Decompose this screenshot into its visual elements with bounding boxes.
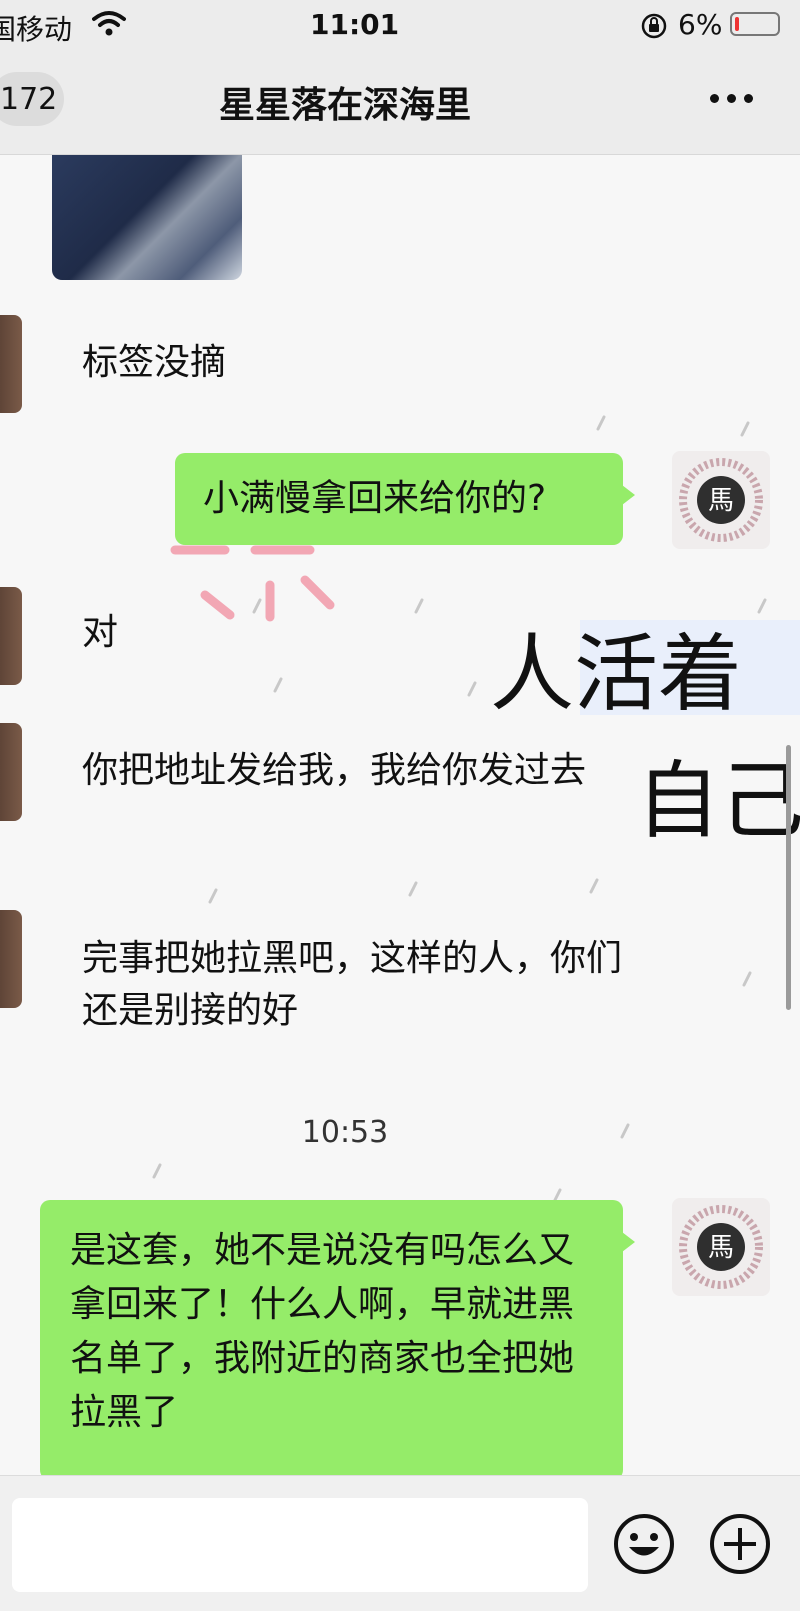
- battery-percent: 6%: [678, 8, 723, 41]
- wallpaper-text-line2: 自己: [636, 752, 800, 850]
- plus-icon[interactable]: [708, 1512, 772, 1576]
- avatar-seal-icon: 馬: [679, 458, 763, 542]
- avatar[interactable]: 馬: [672, 1198, 770, 1296]
- message-text: 小满慢拿回来给你的?: [203, 478, 547, 519]
- message-bubble-sent: 小满慢拿回来给你的?: [175, 453, 635, 545]
- avatar[interactable]: [0, 723, 22, 821]
- orientation-lock-icon: [641, 13, 667, 39]
- message-text: 标签没摘: [82, 342, 227, 383]
- status-bar: 国移动 11:01 6%: [0, 0, 800, 50]
- avatar[interactable]: 馬: [672, 451, 770, 549]
- message-bubble-sent: 是这套，她不是说没有吗怎么又拿回来了！什么人啊，早就进黑名单了，我附近的商家也全…: [40, 1200, 635, 1475]
- message-text: 完事把她拉黑吧，这样的人，你们还是别接的好: [82, 938, 623, 1031]
- input-bar: [0, 1475, 800, 1611]
- message-text: 对: [82, 612, 119, 653]
- avatar-char: 馬: [708, 1233, 734, 1263]
- battery-icon: [730, 12, 780, 36]
- avatar[interactable]: [0, 587, 22, 685]
- chat-header: 172 星星落在深海里: [0, 50, 800, 155]
- battery-level: [735, 17, 739, 31]
- image-message[interactable]: [52, 155, 242, 280]
- chat-area[interactable]: 人活着 自己 标签没摘 小满慢拿回来给你的? 馬 对 你把地址发给我，我给你发过…: [0, 155, 800, 1475]
- avatar[interactable]: [0, 910, 22, 1008]
- timestamp: 10:53: [301, 1115, 389, 1150]
- message-input[interactable]: [12, 1498, 588, 1592]
- emoji-icon[interactable]: [612, 1512, 676, 1576]
- avatar-char: 馬: [708, 486, 734, 516]
- more-icon[interactable]: [710, 94, 753, 103]
- chat-title: 星星落在深海里: [218, 85, 471, 126]
- message-text: 你把地址发给我，我给你发过去: [82, 750, 587, 791]
- wifi-icon: [92, 11, 126, 36]
- clock: 11:01: [310, 8, 400, 41]
- avatar-seal-icon: 馬: [679, 1205, 763, 1289]
- carrier-label: 国移动: [0, 13, 73, 46]
- scrollbar[interactable]: [786, 745, 791, 1010]
- message-text: 是这套，她不是说没有吗怎么又拿回来了！什么人啊，早就进黑名单了，我附近的商家也全…: [70, 1230, 575, 1433]
- avatar[interactable]: [0, 315, 22, 413]
